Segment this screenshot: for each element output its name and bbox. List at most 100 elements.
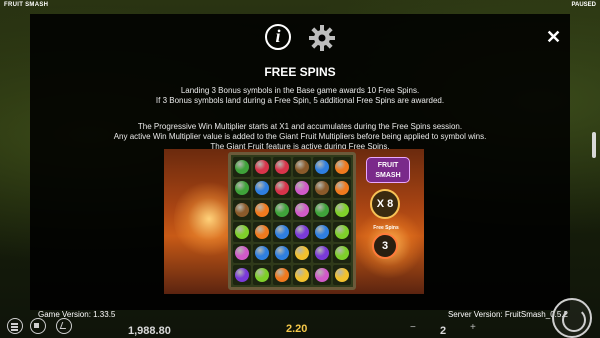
green-fruit-symbol bbox=[235, 159, 249, 174]
game-logo: FRUIT SMASH bbox=[366, 157, 410, 183]
blue-fruit-symbol bbox=[315, 159, 329, 174]
bet-value: 2 bbox=[440, 325, 447, 337]
purple-fruit-symbol bbox=[295, 224, 309, 239]
lime-fruit-symbol bbox=[235, 224, 249, 239]
blue-fruit-symbol bbox=[275, 224, 289, 239]
reel-cell bbox=[293, 243, 311, 264]
brown-fruit-symbol bbox=[235, 203, 249, 218]
pink-fruit-symbol bbox=[315, 268, 329, 283]
reel-cell bbox=[253, 178, 271, 199]
reel-cell bbox=[333, 157, 351, 177]
text-line: Any active Win Multiplier value is added… bbox=[113, 132, 487, 141]
top-bar: FRUIT SMASH PAUSED bbox=[0, 0, 600, 12]
modal-tabs: i ✕ bbox=[30, 24, 570, 54]
lime-fruit-symbol bbox=[335, 224, 349, 239]
reel-cell bbox=[293, 200, 311, 220]
reel-cell bbox=[293, 157, 311, 177]
section-title: FREE SPINS bbox=[264, 65, 336, 79]
brown-fruit-symbol bbox=[315, 181, 329, 196]
reel-cell bbox=[233, 178, 251, 199]
reel-cell bbox=[233, 265, 251, 285]
blue-fruit-symbol bbox=[255, 181, 269, 196]
lime-fruit-symbol bbox=[335, 203, 349, 218]
reel-cell bbox=[233, 221, 251, 242]
pink-fruit-symbol bbox=[235, 246, 249, 261]
blue-fruit-symbol bbox=[275, 246, 289, 261]
reel-cell bbox=[253, 221, 271, 242]
reel-cell bbox=[313, 157, 331, 177]
sound-icon[interactable] bbox=[30, 318, 46, 334]
reel-grid bbox=[228, 152, 356, 290]
info-icon[interactable]: i bbox=[265, 24, 291, 50]
game-name: FRUIT SMASH bbox=[4, 2, 49, 8]
scrollbar[interactable] bbox=[592, 132, 596, 158]
purple-fruit-symbol bbox=[235, 268, 249, 283]
info-modal: i ✕ FREE SPINS Landing 3 Bonus symbols i… bbox=[30, 14, 596, 310]
yellow-fruit-symbol bbox=[295, 246, 309, 261]
reel-cell bbox=[293, 265, 311, 285]
reel-cell bbox=[233, 157, 251, 177]
reel-cell bbox=[293, 178, 311, 199]
reel-cell bbox=[333, 200, 351, 220]
text-line: If 3 Bonus symbols land during a Free Sp… bbox=[155, 96, 445, 105]
gear-icon[interactable] bbox=[308, 24, 336, 52]
multiplier-badge: X 8 bbox=[370, 189, 400, 219]
green-fruit-symbol bbox=[235, 181, 249, 196]
yellow-fruit-symbol bbox=[335, 268, 349, 283]
red-fruit-symbol bbox=[275, 181, 289, 196]
lime-fruit-symbol bbox=[255, 268, 269, 283]
reel-cell bbox=[273, 157, 291, 177]
pink-fruit-symbol bbox=[295, 181, 309, 196]
reel-cell bbox=[333, 243, 351, 264]
orange-fruit-symbol bbox=[255, 203, 269, 218]
bottom-bar: 1,988.80 2.20 − 2 + bbox=[0, 298, 600, 338]
menu-icon[interactable] bbox=[7, 318, 23, 334]
reel-cell bbox=[273, 221, 291, 242]
win-value: 2.20 bbox=[286, 323, 308, 335]
reel-cell bbox=[313, 200, 331, 220]
reel-cell bbox=[293, 221, 311, 242]
reel-cell bbox=[313, 265, 331, 285]
bet-decrease-button[interactable]: − bbox=[410, 322, 416, 333]
free-spins-label: Free Spins bbox=[373, 225, 399, 231]
reel-cell bbox=[333, 221, 351, 242]
orange-fruit-symbol bbox=[335, 159, 349, 174]
reel-cell bbox=[273, 178, 291, 199]
orange-fruit-symbol bbox=[255, 224, 269, 239]
reel-cell bbox=[273, 200, 291, 220]
reel-cell bbox=[313, 221, 331, 242]
reel-cell bbox=[233, 243, 251, 264]
free-spins-counter: 3 bbox=[372, 233, 398, 259]
free-spins-preview-image: FRUIT SMASH X 8 Free Spins 3 bbox=[164, 149, 424, 294]
paragraph-multiplier: The Progressive Win Multiplier starts at… bbox=[30, 122, 570, 152]
close-icon[interactable]: ✕ bbox=[546, 28, 561, 46]
bet-increase-button[interactable]: + bbox=[470, 322, 476, 333]
pink-fruit-symbol bbox=[295, 203, 309, 218]
text-line: Landing 3 Bonus symbols in the Base game… bbox=[180, 86, 420, 95]
spin-button[interactable] bbox=[552, 298, 592, 338]
reel-cell bbox=[333, 178, 351, 199]
red-fruit-symbol bbox=[275, 159, 289, 174]
reel-cell bbox=[253, 157, 271, 177]
brown-fruit-symbol bbox=[295, 159, 309, 174]
reel-cell bbox=[253, 200, 271, 220]
reel-cell bbox=[313, 178, 331, 199]
blue-fruit-symbol bbox=[315, 224, 329, 239]
orange-fruit-symbol bbox=[275, 268, 289, 283]
reel-cell bbox=[253, 265, 271, 285]
turbo-icon[interactable] bbox=[56, 318, 72, 334]
paragraph-bonus: Landing 3 Bonus symbols in the Base game… bbox=[30, 86, 570, 106]
balance-value: 1,988.80 bbox=[128, 325, 171, 337]
reel-cell bbox=[273, 265, 291, 285]
reel-cell bbox=[233, 200, 251, 220]
orange-fruit-symbol bbox=[335, 181, 349, 196]
green-fruit-symbol bbox=[275, 203, 289, 218]
text-line: The Progressive Win Multiplier starts at… bbox=[137, 122, 463, 131]
reel-cell bbox=[313, 243, 331, 264]
red-fruit-symbol bbox=[255, 159, 269, 174]
reel-cell bbox=[253, 243, 271, 264]
yellow-fruit-symbol bbox=[295, 268, 309, 283]
blue-fruit-symbol bbox=[255, 246, 269, 261]
purple-fruit-symbol bbox=[315, 246, 329, 261]
lime-fruit-symbol bbox=[335, 246, 349, 261]
